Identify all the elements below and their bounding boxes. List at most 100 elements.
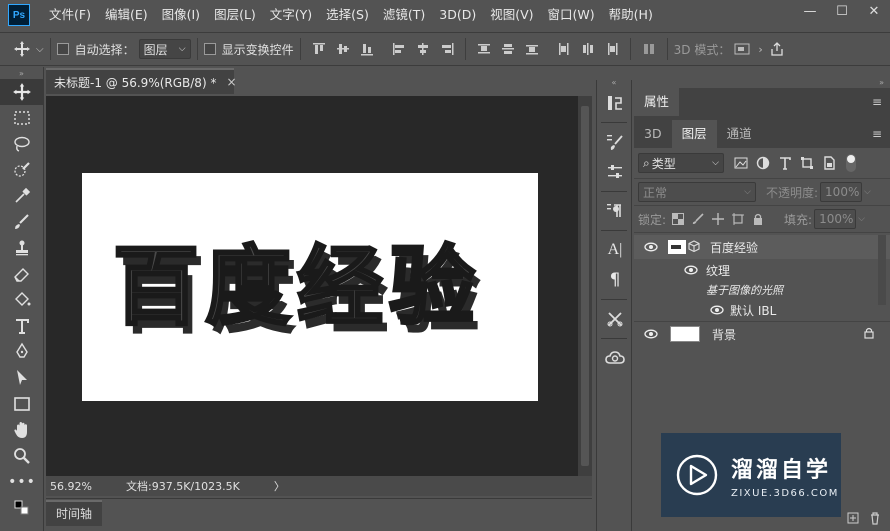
layers-scrollbar[interactable]	[878, 235, 886, 305]
filter-type-icon[interactable]	[778, 156, 792, 170]
move-tool-icon[interactable]	[0, 79, 44, 105]
tool-presets-icon[interactable]	[597, 304, 633, 334]
crop-eyedropper-tool-icon[interactable]	[0, 183, 44, 209]
visibility-eye-icon[interactable]	[682, 265, 700, 275]
filter-shape-icon[interactable]	[800, 156, 814, 170]
filter-adjustment-icon[interactable]	[756, 156, 770, 170]
type-tool-icon[interactable]	[0, 313, 44, 339]
collapse-icon[interactable]: »	[0, 67, 43, 79]
zoom-tool-icon[interactable]	[0, 443, 44, 469]
brush-tool-icon[interactable]	[0, 209, 44, 235]
history-icon[interactable]	[597, 88, 633, 118]
align-top-icon[interactable]	[309, 39, 329, 59]
filter-smart-object-icon[interactable]	[822, 156, 836, 170]
align-hcenter-icon[interactable]	[413, 39, 433, 59]
menu-window[interactable]: 窗口(W)	[541, 0, 602, 30]
lasso-tool-icon[interactable]	[0, 131, 44, 157]
new-layer-icon[interactable]	[846, 511, 860, 525]
eraser-tool-icon[interactable]	[0, 261, 44, 287]
auto-select-dropdown[interactable]: 图层 ⌵	[138, 39, 191, 59]
layer-row[interactable]: 背景	[634, 322, 890, 346]
layer-row[interactable]: 纹理	[634, 259, 890, 281]
more-chevron-icon[interactable]: ›	[758, 43, 762, 56]
lock-transparent-icon[interactable]	[672, 213, 685, 225]
layer-row[interactable]: 百度经验	[634, 235, 890, 259]
paragraph-styles-icon[interactable]	[597, 196, 633, 226]
minimize-button[interactable]: —	[794, 0, 826, 22]
brush-settings-icon[interactable]	[597, 127, 633, 157]
visibility-eye-icon[interactable]	[642, 329, 660, 339]
tab-channels[interactable]: 通道	[717, 120, 762, 148]
adjust-presets-icon[interactable]	[597, 157, 633, 187]
zoom-level[interactable]: 56.92%	[50, 480, 120, 493]
document-tab[interactable]: 未标题-1 @ 56.9%(RGB/8) * ×	[46, 68, 237, 94]
menu-file[interactable]: 文件(F)	[42, 0, 98, 30]
close-tab-icon[interactable]: ×	[226, 75, 236, 89]
distribute-bottom-icon[interactable]	[522, 39, 542, 59]
move-tool-icon[interactable]	[12, 39, 32, 59]
tab-3d[interactable]: 3D	[634, 120, 672, 148]
menu-view[interactable]: 视图(V)	[483, 0, 540, 30]
stamp-tool-icon[interactable]	[0, 235, 44, 261]
pen-tool-icon[interactable]	[0, 339, 44, 365]
share-icon[interactable]	[767, 39, 787, 59]
tab-properties[interactable]: 属性	[634, 88, 680, 116]
distribute-right-icon[interactable]	[602, 39, 622, 59]
blend-mode-dropdown[interactable]: 正常 ⌵	[638, 182, 756, 202]
distribute-hcenter-icon[interactable]	[578, 39, 598, 59]
menu-layer[interactable]: 图层(L)	[207, 0, 263, 30]
filter-pixel-icon[interactable]	[734, 156, 748, 170]
strip-collapse-icon[interactable]: «	[597, 79, 631, 88]
paragraph-icon[interactable]: ¶	[597, 265, 633, 295]
layers-menu-icon[interactable]: ≡	[864, 120, 890, 148]
bucket-tool-icon[interactable]	[0, 287, 44, 313]
menu-filter[interactable]: 滤镜(T)	[376, 0, 432, 30]
visibility-eye-icon[interactable]	[642, 242, 660, 252]
creative-cloud-libraries-icon[interactable]	[597, 343, 633, 373]
canvas[interactable]: 百度经验 百度经验	[82, 173, 538, 401]
fill-field[interactable]: 100%	[814, 209, 857, 229]
3d-camera-icon[interactable]	[732, 39, 752, 59]
tool-preset-chevron-icon[interactable]: ⌵	[36, 44, 44, 55]
vertical-scrollbar[interactable]	[578, 96, 592, 476]
auto-align-icon[interactable]	[639, 39, 659, 59]
menu-image[interactable]: 图像(I)	[155, 0, 207, 30]
delete-layer-icon[interactable]	[868, 511, 882, 525]
align-bottom-icon[interactable]	[357, 39, 377, 59]
layer-row[interactable]: 基于图像的光照	[634, 281, 890, 299]
panel-collapse-icon[interactable]: »	[634, 79, 890, 88]
timeline-tab[interactable]: 时间轴	[46, 499, 103, 526]
color-swatches-icon[interactable]	[0, 495, 44, 521]
distribute-top-icon[interactable]	[474, 39, 494, 59]
lock-pixels-icon[interactable]	[692, 213, 704, 225]
opacity-field[interactable]: 100%	[820, 182, 863, 202]
auto-select-checkbox[interactable]: 自动选择：	[56, 41, 135, 58]
show-transform-checkbox[interactable]: 显示变换控件	[203, 41, 294, 58]
lock-position-icon[interactable]	[712, 213, 725, 225]
lock-artboard-icon[interactable]	[732, 213, 745, 225]
photoshop-logo[interactable]: Ps	[8, 4, 30, 26]
align-vcenter-icon[interactable]	[333, 39, 353, 59]
rectangle-tool-icon[interactable]	[0, 391, 44, 417]
lock-all-icon[interactable]	[752, 213, 764, 225]
align-right-icon[interactable]	[437, 39, 457, 59]
opacity-chevron-icon[interactable]: ⌵	[864, 187, 871, 197]
path-select-tool-icon[interactable]	[0, 365, 44, 391]
restore-button[interactable]: ☐	[826, 0, 858, 22]
panel-menu-icon[interactable]: ≡	[864, 88, 890, 116]
menu-type[interactable]: 文字(Y)	[263, 0, 319, 30]
quick-select-tool-icon[interactable]	[0, 157, 44, 183]
layer-row[interactable]: 默认 IBL	[634, 299, 890, 321]
character-icon[interactable]: A|	[597, 235, 633, 265]
tab-layers[interactable]: 图层	[671, 120, 717, 148]
fill-chevron-icon[interactable]: ⌵	[858, 214, 865, 224]
filter-kind-dropdown[interactable]: ⌕ 类型 ⌵	[638, 153, 724, 173]
status-menu-arrow-icon[interactable]: 〉	[274, 478, 285, 494]
hand-tool-icon[interactable]	[0, 417, 44, 443]
menu-edit[interactable]: 编辑(E)	[98, 0, 155, 30]
align-left-icon[interactable]	[389, 39, 409, 59]
distribute-left-icon[interactable]	[554, 39, 574, 59]
visibility-eye-icon[interactable]	[708, 305, 726, 315]
menu-3d[interactable]: 3D(D)	[432, 0, 483, 30]
marquee-tool-icon[interactable]	[0, 105, 44, 131]
